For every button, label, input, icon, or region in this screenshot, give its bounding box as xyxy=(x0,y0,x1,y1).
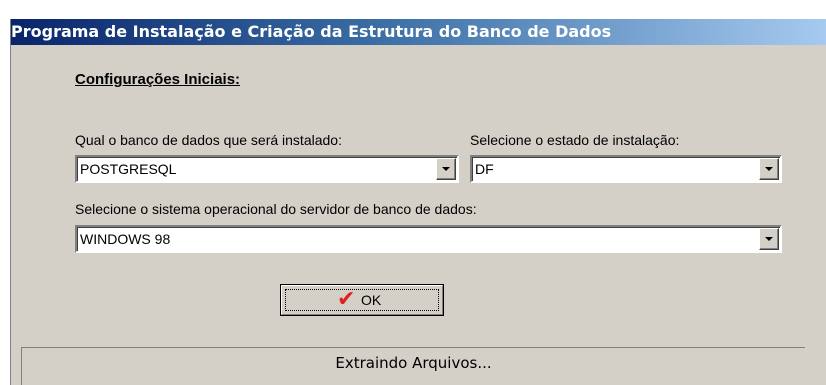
state-label: Selecione o estado de instalação: xyxy=(470,132,680,148)
window-client-area: Configurações Iniciais: Qual o banco de … xyxy=(11,45,826,385)
os-select[interactable]: WINDOWS 98 xyxy=(75,225,782,253)
status-bar: Extraindo Arquivos... xyxy=(21,347,805,385)
chevron-down-icon xyxy=(765,167,773,171)
status-text: Extraindo Arquivos... xyxy=(335,354,492,372)
chevron-down-icon xyxy=(765,237,773,241)
state-select[interactable]: DF xyxy=(470,155,782,183)
database-dropdown-button[interactable] xyxy=(436,158,456,180)
database-label: Qual o banco de dados que será instalado… xyxy=(75,132,342,148)
os-dropdown-button[interactable] xyxy=(759,228,779,250)
ok-button[interactable]: ✔ OK xyxy=(280,284,444,316)
checkmark-icon: ✔ xyxy=(337,287,356,312)
ok-button-label: OK xyxy=(361,292,382,308)
os-select-value: WINDOWS 98 xyxy=(80,231,171,247)
state-dropdown-button[interactable] xyxy=(759,158,779,180)
os-label: Selecione o sistema operacional do servi… xyxy=(75,201,477,217)
window-title: Programa de Instalação e Criação da Estr… xyxy=(11,19,826,45)
database-select-value: POSTGRESQL xyxy=(80,161,177,177)
state-select-value: DF xyxy=(475,161,494,177)
installer-window: Programa de Instalação e Criação da Estr… xyxy=(10,19,826,385)
database-select[interactable]: POSTGRESQL xyxy=(75,155,459,183)
section-heading: Configurações Iniciais: xyxy=(75,71,241,88)
chevron-down-icon xyxy=(442,167,450,171)
